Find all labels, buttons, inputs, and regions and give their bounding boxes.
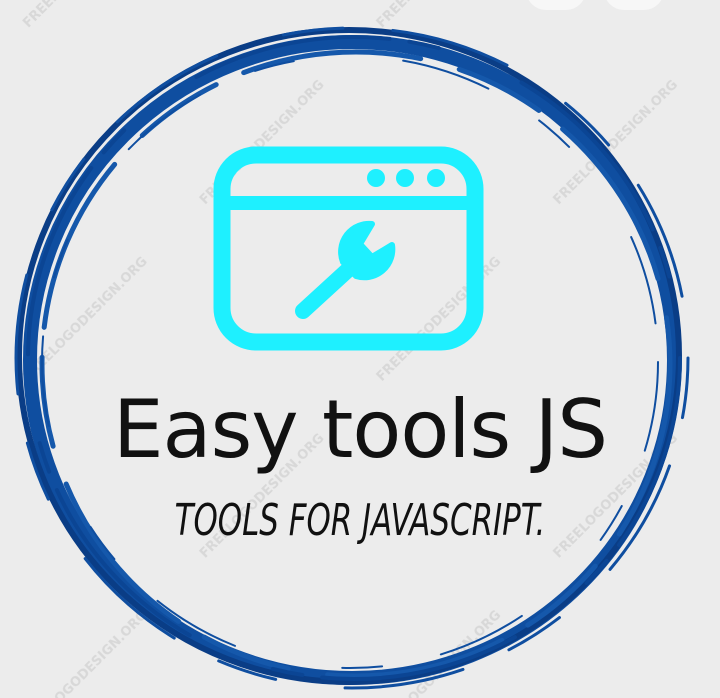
logo-title: Easy tools JS	[113, 383, 608, 476]
window-dot-icon	[367, 169, 385, 187]
logo-tagline: TOOLS FOR JAVASCRIPT.	[174, 495, 546, 546]
logo-canvas: FREELOGODESIGN.ORG Easy	[0, 0, 720, 698]
logo-graphic: FREELOGODESIGN.ORG	[0, 0, 720, 698]
window-dot-icon	[396, 169, 414, 187]
window-dot-icon	[427, 169, 445, 187]
